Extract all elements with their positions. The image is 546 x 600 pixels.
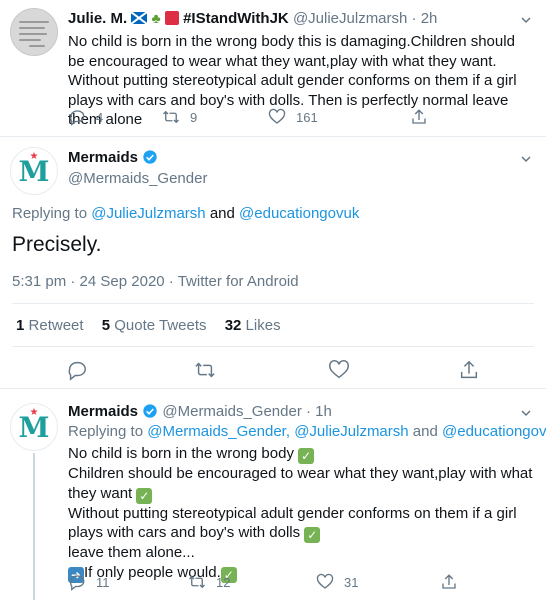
text-line: Without putting stereotypical adult gend… (68, 504, 517, 542)
retweet-count: 12 (216, 574, 231, 590)
replying-prefix: Replying to (12, 205, 88, 222)
tweet-text: No child is born in the wrong body ✓ Chi… (68, 444, 538, 583)
share-button[interactable] (410, 108, 428, 126)
tweet-time[interactable]: 5:31 pm (12, 273, 66, 290)
scotland-flag-icon (131, 12, 148, 24)
tweet-actions (0, 359, 546, 383)
mention-link[interactable]: @educationgovuk (239, 205, 359, 222)
divider (12, 346, 534, 347)
engagement-stats: 1 Retweet 5 Quote Tweets 32 Likes (16, 317, 281, 334)
display-name[interactable]: Mermaids (68, 149, 138, 166)
reply-icon[interactable] (66, 359, 88, 381)
hashtag-name: #IStandWithJK (183, 10, 289, 27)
mention-link[interactable]: @JulieJulzmarsh (294, 423, 408, 440)
retweet-count: 9 (190, 109, 198, 125)
retweet-button[interactable]: 12 (188, 573, 230, 591)
star-icon: ★ (29, 151, 39, 162)
like-count: 161 (296, 109, 318, 125)
display-name[interactable]: Julie. M. (68, 10, 127, 27)
handle[interactable]: @Mermaids_Gender (162, 403, 301, 420)
star-icon: ★ (29, 407, 39, 418)
divider (12, 303, 534, 304)
handle[interactable]: @JulieJulzmarsh (293, 10, 407, 27)
reply-icon (70, 575, 85, 591)
avatar[interactable]: M ★ (10, 147, 58, 195)
heart-icon (268, 108, 286, 124)
verified-badge-icon (143, 150, 157, 164)
share-button[interactable] (440, 573, 458, 591)
retweet-icon (163, 110, 179, 124)
tweet-date[interactable]: 24 Sep 2020 (80, 273, 165, 290)
like-button[interactable]: 31 (316, 573, 358, 591)
author-block: Mermaids (68, 149, 158, 166)
replying-prefix: Replying to (68, 423, 144, 440)
timestamp[interactable]: 1h (315, 403, 332, 420)
mention-link[interactable]: @Mermaids_Gender, (147, 423, 290, 440)
share-icon (412, 109, 426, 124)
reply-button[interactable]: 4 (68, 108, 103, 126)
replying-to: Replying to @Mermaids_Gender, @JulieJulz… (68, 423, 546, 440)
likes-stat[interactable]: 32 Likes (225, 317, 281, 334)
retweet-button[interactable]: 9 (162, 108, 197, 126)
tweet-header: Julie. M. ♣ #IStandWithJK @JulieJulzmars… (68, 10, 437, 27)
retweets-stat[interactable]: 1 Retweet (16, 317, 88, 334)
share-icon (442, 574, 456, 589)
reply-count: 11 (96, 574, 110, 590)
handle[interactable]: @Mermaids_Gender (68, 170, 207, 187)
reply-count: 4 (96, 109, 104, 125)
text-line: No child is born in the wrong body (68, 445, 294, 462)
replying-and: and (412, 423, 438, 440)
red-square-icon (164, 11, 179, 25)
tweet-reply[interactable]: M ★ Mermaids @Mermaids_Gender · 1h Reply… (0, 389, 546, 600)
tweet-text: Precisely. (12, 233, 102, 256)
reply-button[interactable]: 11 (68, 573, 110, 591)
mention-link[interactable]: @JulieJulzmarsh (91, 205, 205, 222)
tweet-julie[interactable]: Julie. M. ♣ #IStandWithJK @JulieJulzmars… (0, 0, 546, 136)
chevron-down-icon[interactable] (520, 407, 532, 419)
tweet-actions: 11 12 31 (68, 573, 528, 593)
shamrock-icon: ♣ (151, 10, 161, 26)
tweet-meta: 5:31 pm · 24 Sep 2020 · Twitter for Andr… (12, 273, 299, 290)
quote-tweets-stat[interactable]: 5 Quote Tweets (102, 317, 211, 334)
checkmark-icon: ✓ (298, 448, 315, 464)
mention-link[interactable]: @educationgovuk (442, 423, 546, 440)
tweet-client[interactable]: Twitter for Android (178, 273, 299, 290)
timestamp[interactable]: 2h (421, 10, 438, 27)
display-name[interactable]: Mermaids (68, 403, 138, 420)
chevron-down-icon[interactable] (520, 153, 532, 165)
replying-to: Replying to @JulieJulzmarsh and @educati… (12, 205, 359, 222)
separator: · (411, 10, 417, 27)
tweet-header: Mermaids @Mermaids_Gender · 1h (68, 403, 332, 420)
chevron-down-icon[interactable] (520, 14, 532, 26)
tweet-main: M ★ Mermaids @Mermaids_Gender Replying t… (0, 137, 546, 386)
avatar[interactable]: M ★ (10, 403, 58, 451)
thread-line (33, 453, 35, 600)
checkmark-icon: ✓ (304, 527, 321, 543)
checkmark-icon: ✓ (136, 487, 153, 504)
heart-icon (316, 573, 334, 589)
retweet-icon (189, 575, 205, 589)
text-line: leave them alone... (68, 544, 195, 561)
reply-icon (70, 110, 85, 126)
retweet-icon[interactable] (194, 359, 216, 381)
heart-icon[interactable] (328, 359, 350, 381)
avatar[interactable] (10, 8, 58, 56)
like-button[interactable]: 161 (268, 108, 318, 126)
replying-and: and (209, 205, 235, 222)
like-count: 31 (344, 574, 359, 590)
verified-badge-icon (143, 404, 157, 418)
tweet-actions: 4 9 161 (68, 108, 528, 128)
share-icon[interactable] (458, 359, 480, 381)
